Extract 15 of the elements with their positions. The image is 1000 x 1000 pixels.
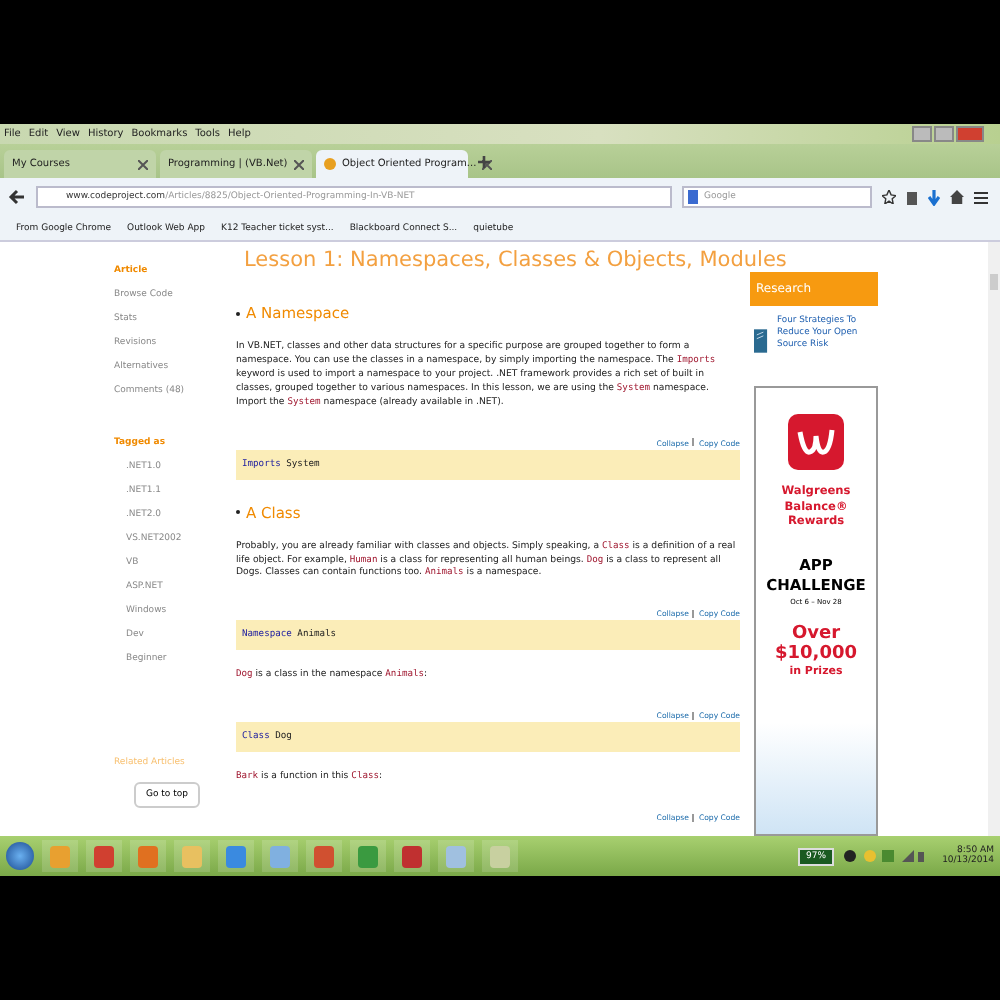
- minimize-icon[interactable]: [912, 126, 932, 142]
- start-icon[interactable]: [6, 842, 34, 870]
- tray-icons-drawing[interactable]: [842, 848, 927, 864]
- ad-prize: Over $10,000: [773, 625, 859, 665]
- scrollbar[interactable]: [988, 242, 1000, 836]
- maximize-icon[interactable]: [934, 126, 954, 142]
- clipboard-icon[interactable]: [906, 189, 918, 205]
- back-icon[interactable]: [8, 188, 26, 206]
- download-icon[interactable]: [928, 189, 940, 205]
- logo-icon: [788, 414, 844, 470]
- star-icon[interactable]: [882, 190, 896, 204]
- favicon-icon: [324, 158, 336, 170]
- home-icon[interactable]: [950, 190, 964, 204]
- article-title: Lesson 1: Namespaces, Classes & Objects, Modules: [244, 246, 787, 275]
- menu-icon[interactable]: [974, 191, 988, 203]
